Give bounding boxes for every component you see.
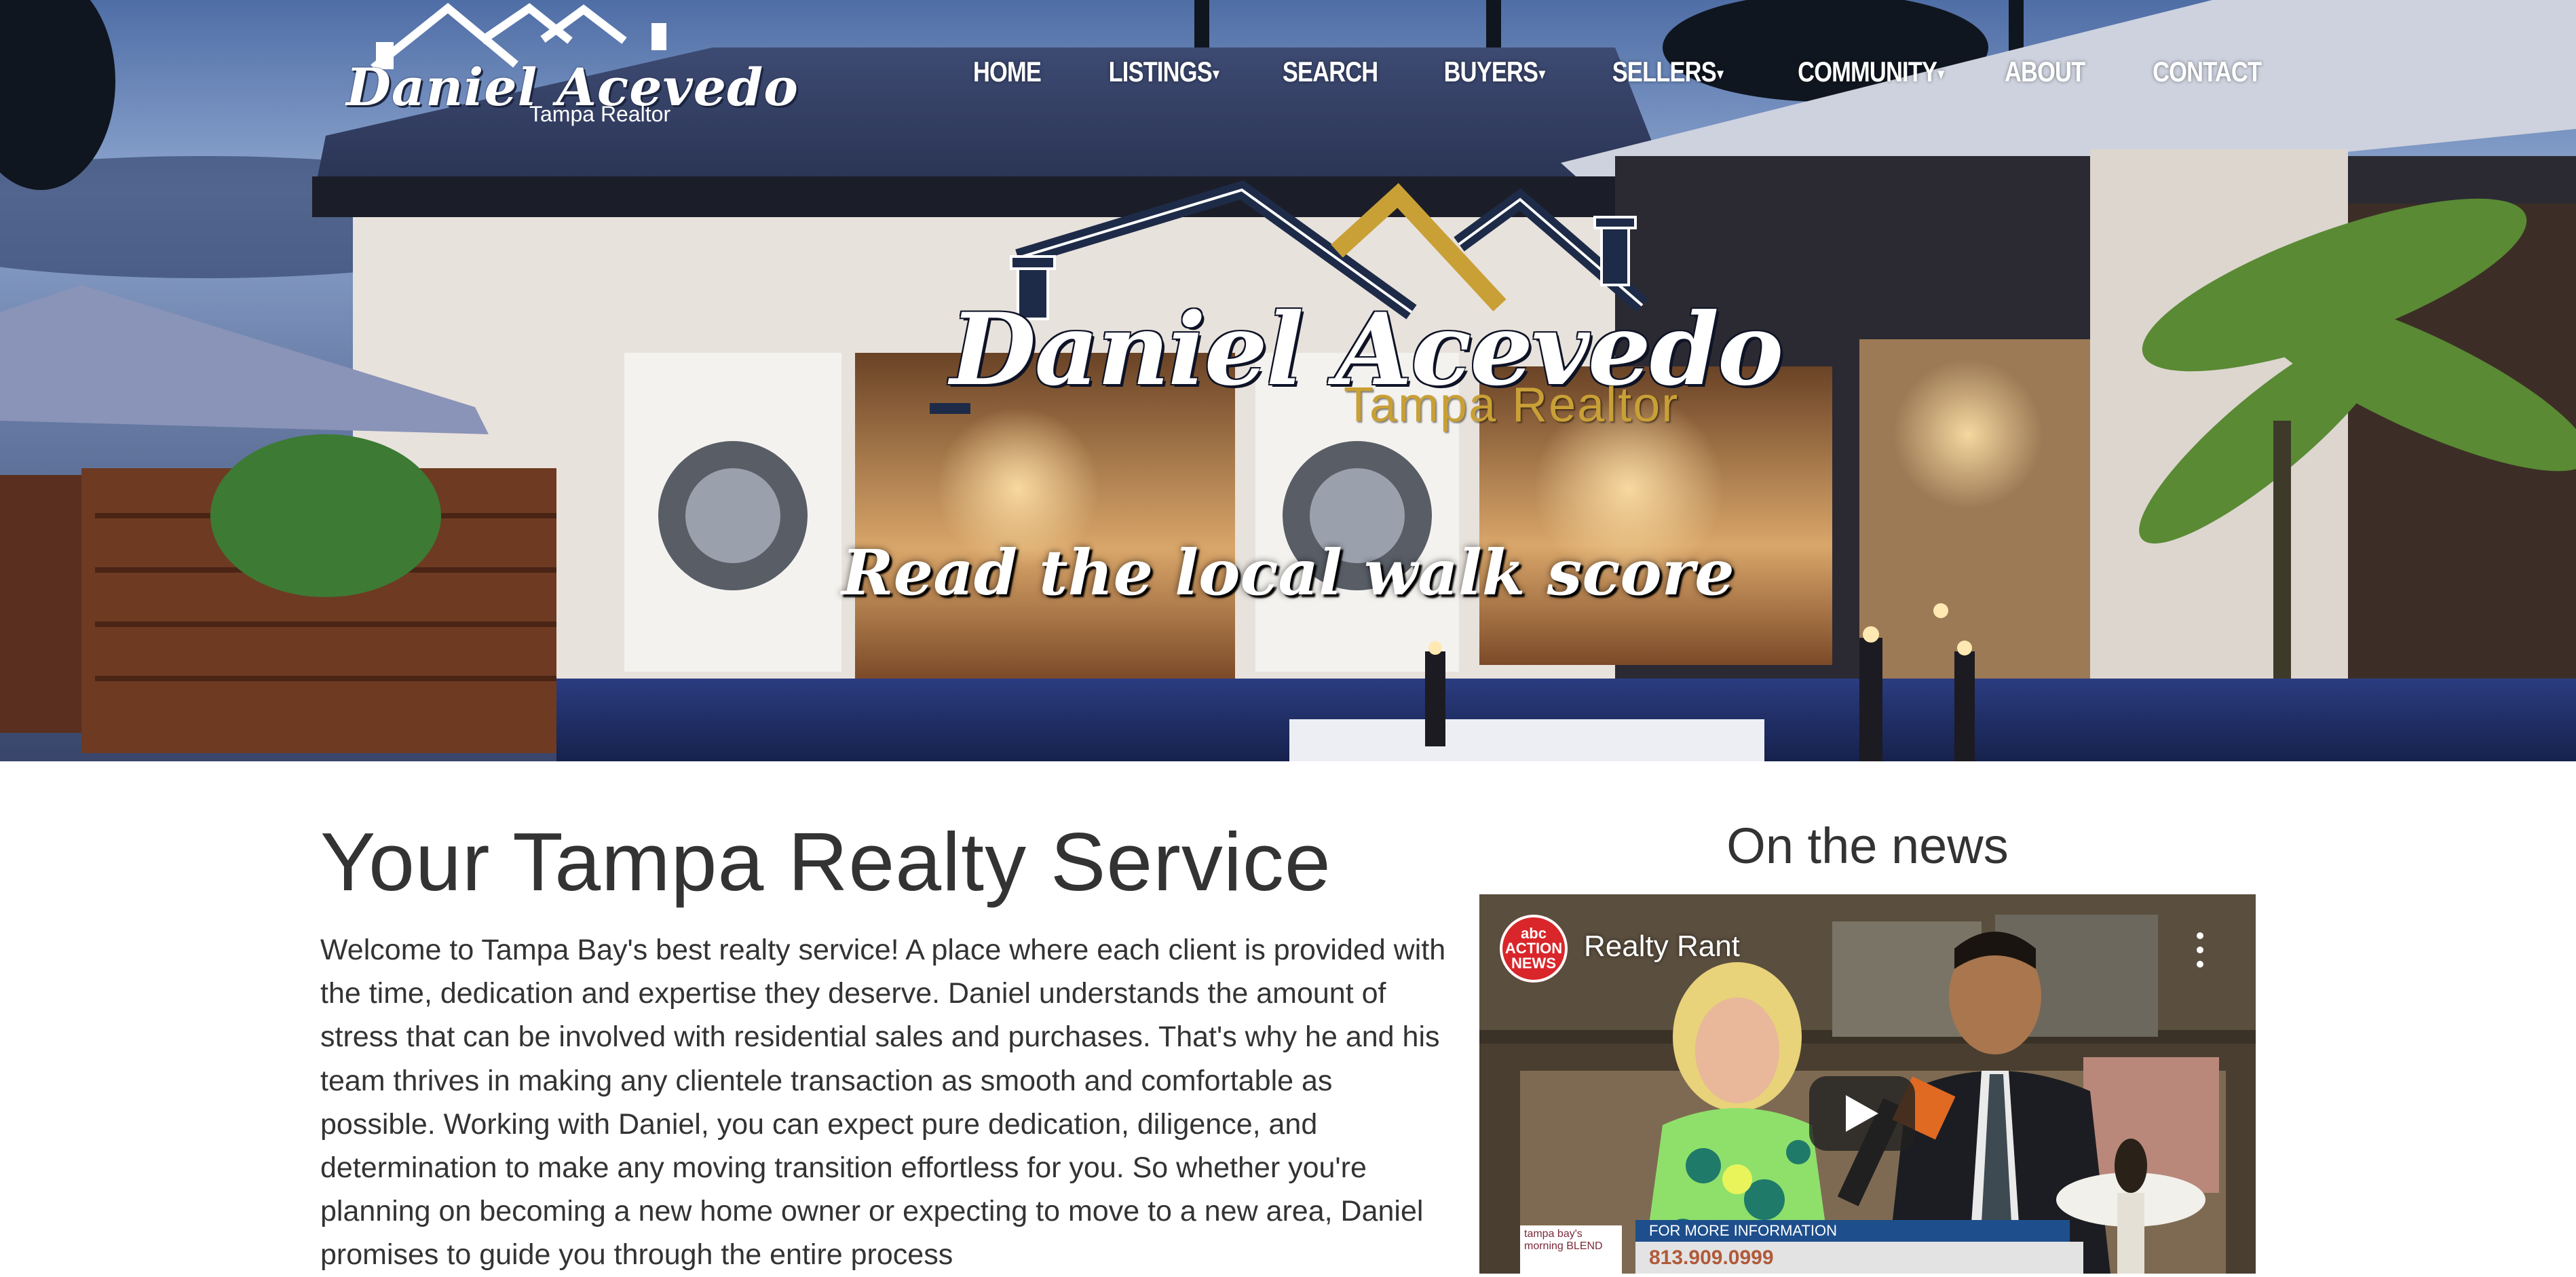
- hero-logo: Daniel Acevedo Tampa Realtor: [923, 176, 1783, 448]
- video-phone-number: 813.909.0999: [1635, 1242, 2083, 1274]
- caret-down-icon: ▾: [1538, 64, 1545, 82]
- nav-item-buyers[interactable]: BUYERS▾: [1443, 56, 1545, 88]
- more-options-icon[interactable]: [2195, 932, 2205, 968]
- nav-item-community[interactable]: COMMUNITY▾: [1798, 56, 1945, 88]
- nav-item-sellers[interactable]: SELLERS▾: [1612, 56, 1723, 88]
- nav-item-about[interactable]: ABOUT: [2005, 56, 2085, 88]
- page-title: Your Tampa Realty Service: [320, 816, 1331, 908]
- nav-item-search[interactable]: SEARCH: [1283, 56, 1378, 88]
- play-icon: [1846, 1095, 1878, 1132]
- video-lower-third: FOR MORE INFORMATION: [1635, 1220, 2070, 1242]
- main-navigation: HOME LISTINGS▾ SEARCH BUYERS▾ SELLERS▾ C…: [915, 52, 2261, 92]
- news-video-player[interactable]: abc ACTION NEWS Realty Rant tampa bay's …: [1479, 894, 2256, 1274]
- channel-avatar[interactable]: abc ACTION NEWS: [1500, 915, 1568, 983]
- play-button[interactable]: [1809, 1076, 1915, 1151]
- hero-logo-subtitle: Tampa Realtor: [1344, 378, 1680, 432]
- caret-down-icon: ▾: [1717, 64, 1723, 82]
- caret-down-icon: ▾: [1213, 64, 1219, 82]
- hero-banner: Daniel Acevedo Tampa Realtor HOME LISTIN…: [0, 0, 2576, 761]
- station-tag: tampa bay's morning BLEND: [1520, 1225, 1622, 1274]
- news-heading: On the news: [1726, 818, 2009, 874]
- nav-item-contact[interactable]: CONTACT: [2153, 56, 2262, 88]
- intro-paragraph: Welcome to Tampa Bay's best realty servi…: [320, 934, 1446, 1272]
- caret-down-icon: ▾: [1938, 64, 1944, 82]
- nav-item-home[interactable]: HOME: [972, 56, 1041, 88]
- brand-subtitle: Tampa Realtor: [529, 102, 671, 126]
- site-logo[interactable]: Daniel Acevedo Tampa Realtor: [326, 0, 798, 129]
- video-title[interactable]: Realty Rant: [1584, 930, 1740, 964]
- walk-score-link[interactable]: Read the local walk score: [0, 536, 2576, 609]
- nav-item-listings[interactable]: LISTINGS▾: [1108, 56, 1219, 88]
